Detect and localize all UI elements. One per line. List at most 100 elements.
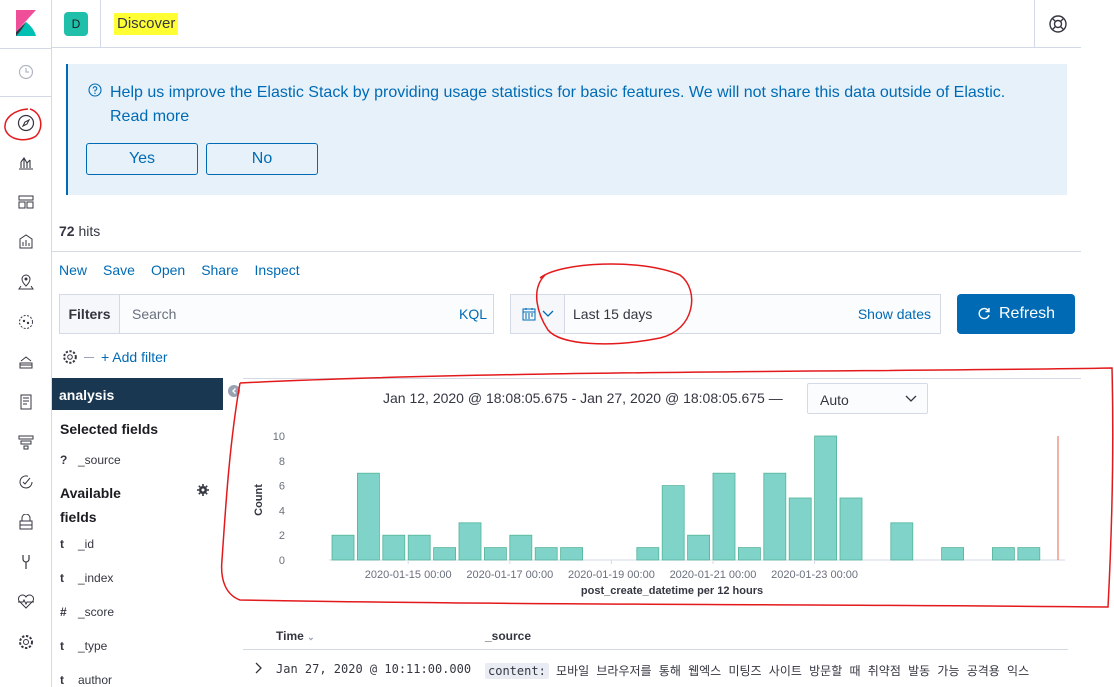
header-divider xyxy=(100,0,101,48)
expand-row-chevron-icon[interactable] xyxy=(253,662,263,674)
histogram-bar[interactable] xyxy=(458,522,482,561)
refresh-button[interactable]: Refresh xyxy=(957,294,1075,334)
x-tick-label: 2020-01-23 00:00 xyxy=(771,569,858,581)
share-link[interactable]: Share xyxy=(201,262,238,282)
help-lifebuoy-icon[interactable] xyxy=(1048,14,1068,34)
field-name: _source xyxy=(78,453,121,467)
time-column-header[interactable]: Time ⌄ xyxy=(276,629,315,643)
field-item[interactable]: # _score xyxy=(60,602,220,622)
apm-icon[interactable] xyxy=(14,430,38,454)
field-filter-gear-icon[interactable] xyxy=(197,484,209,496)
histogram-bar[interactable] xyxy=(433,547,457,561)
index-pattern-selector[interactable]: analysis xyxy=(52,378,223,410)
infrastructure-icon[interactable] xyxy=(14,350,38,374)
nav-divider xyxy=(0,96,52,97)
dev-tools-icon[interactable] xyxy=(14,550,38,574)
save-link[interactable]: Save xyxy=(103,262,135,282)
read-more-link[interactable]: Read more xyxy=(110,108,189,125)
dashboard-icon[interactable] xyxy=(14,190,38,214)
header-divider xyxy=(1034,0,1035,48)
hits-label: hits xyxy=(78,223,101,239)
management-gear-icon[interactable] xyxy=(14,630,38,654)
hits-count: 72 hits xyxy=(59,223,100,239)
field-item[interactable]: t _index xyxy=(60,568,220,588)
histogram-bar[interactable] xyxy=(1017,547,1041,561)
no-button[interactable]: No xyxy=(206,143,318,175)
discover-compass-icon[interactable] xyxy=(14,111,38,135)
filter-settings-gear-icon[interactable] xyxy=(62,349,78,365)
canvas-icon[interactable] xyxy=(14,230,38,254)
machine-learning-icon[interactable] xyxy=(14,310,38,334)
histogram-bar[interactable] xyxy=(661,485,685,561)
field-name: _index xyxy=(78,571,114,585)
histogram-bar[interactable] xyxy=(687,534,711,561)
histogram-bar[interactable] xyxy=(357,472,380,561)
monitoring-heartbeat-icon[interactable] xyxy=(14,590,38,614)
recently-viewed-icon[interactable] xyxy=(14,60,38,84)
histogram-bar[interactable] xyxy=(941,547,964,561)
histogram-bar[interactable] xyxy=(737,547,761,561)
field-item[interactable]: ? _source xyxy=(60,450,220,470)
histogram-bar[interactable] xyxy=(890,522,914,561)
field-type: t xyxy=(60,639,64,653)
kibana-app: D Discover Help us improve the Elastic S… xyxy=(0,0,1114,687)
quick-menu-button[interactable] xyxy=(511,295,565,333)
histogram-bar[interactable] xyxy=(763,472,787,561)
inspect-link[interactable]: Inspect xyxy=(255,262,300,282)
histogram-bar[interactable] xyxy=(382,534,406,561)
siem-lock-icon[interactable] xyxy=(14,510,38,534)
kibana-logo-icon[interactable] xyxy=(14,10,38,36)
open-link[interactable]: Open xyxy=(151,262,185,282)
time-column-label: Time xyxy=(276,629,304,643)
field-item[interactable]: t _type xyxy=(60,636,220,656)
show-dates-link[interactable]: Show dates xyxy=(858,306,931,322)
filters-label: Filters xyxy=(60,295,120,333)
refresh-icon xyxy=(978,307,990,320)
add-filter-button[interactable]: + Add filter xyxy=(101,349,168,365)
histogram-chart[interactable]: 0 2 4 6 8 10 2020-01-15 00:00 2020-01-17 00:00 2… xyxy=(243,420,1081,600)
logs-icon[interactable] xyxy=(14,390,38,414)
breadcrumb: Discover xyxy=(114,13,179,35)
maps-icon[interactable] xyxy=(14,270,38,294)
space-avatar[interactable]: D xyxy=(64,12,88,36)
histogram-bar[interactable] xyxy=(712,472,736,561)
histogram-bar[interactable] xyxy=(788,497,812,561)
histogram-bar[interactable] xyxy=(331,534,355,561)
histogram-bar[interactable] xyxy=(839,497,863,561)
source-key: content: xyxy=(485,663,549,679)
histogram-bar[interactable] xyxy=(483,547,507,561)
field-item[interactable]: t author xyxy=(60,670,220,687)
new-link[interactable]: New xyxy=(59,262,87,282)
field-name: _id xyxy=(78,537,95,551)
search-input[interactable] xyxy=(121,295,451,333)
histogram-bar[interactable] xyxy=(509,534,533,561)
collapse-sidebar-icon[interactable] xyxy=(228,385,240,397)
time-range-label[interactable]: Last 15 days xyxy=(573,306,652,322)
x-tick-label: 2020-01-19 00:00 xyxy=(568,569,655,581)
x-tick-label: 2020-01-15 00:00 xyxy=(365,569,452,581)
callout-text: Help us improve the Elastic Stack by pro… xyxy=(110,84,1006,101)
yes-button[interactable]: Yes xyxy=(86,143,198,175)
histogram-bar[interactable] xyxy=(560,547,584,561)
nav-divider xyxy=(0,48,52,49)
y-tick-label: 6 xyxy=(279,481,285,493)
interval-select[interactable]: Auto xyxy=(807,383,928,414)
top-nav-menu: New Save Open Share Inspect xyxy=(59,262,316,282)
calendar-icon xyxy=(522,308,535,321)
histogram-bar[interactable] xyxy=(636,547,660,561)
histogram-bar[interactable] xyxy=(814,435,837,561)
selected-fields-title: Selected fields xyxy=(60,421,159,437)
chevron-down-icon xyxy=(905,395,917,402)
field-type: t xyxy=(60,673,64,687)
callout-message: Help us improve the Elastic Stack by pro… xyxy=(110,81,1050,129)
histogram-bar[interactable] xyxy=(534,547,558,561)
kql-language-switcher[interactable]: KQL xyxy=(453,295,493,333)
histogram-bar[interactable] xyxy=(992,547,1015,561)
available-fields-title: Available fields xyxy=(60,481,121,529)
row-source: content: 모바일 브라우저를 통해 웹엑스 미팅즈 사이트 방문할 때 … xyxy=(485,662,1068,679)
field-item[interactable]: t _id xyxy=(60,534,220,554)
visualize-icon[interactable] xyxy=(14,150,38,174)
histogram-bar[interactable] xyxy=(407,534,431,561)
sort-caret-icon[interactable]: ⌄ xyxy=(307,632,315,642)
uptime-icon[interactable] xyxy=(14,470,38,494)
